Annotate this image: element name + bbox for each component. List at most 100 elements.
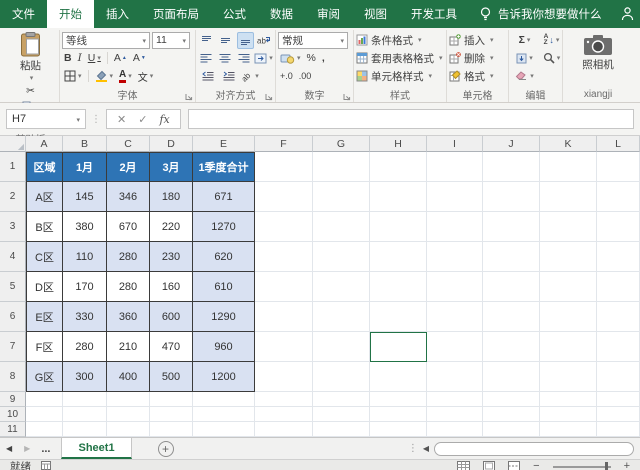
cell-A4[interactable]: C区 [26, 242, 63, 272]
cell-J7[interactable] [483, 332, 540, 362]
font-name-select[interactable]: 等线 [62, 32, 150, 49]
cell-A5[interactable]: D区 [26, 272, 63, 302]
cell-A10[interactable] [26, 407, 63, 422]
new-sheet-button[interactable]: + [158, 441, 174, 457]
tab-developer[interactable]: 开发工具 [399, 0, 469, 28]
cell-L5[interactable] [597, 272, 640, 302]
sort-filter-button[interactable]: AZ↓ [538, 32, 565, 48]
align-right-button[interactable] [235, 50, 252, 67]
merge-center-button[interactable] [254, 50, 273, 67]
cell-L6[interactable] [597, 302, 640, 332]
cell-F7[interactable] [255, 332, 313, 362]
align-middle-button[interactable] [217, 32, 234, 49]
increase-indent-button[interactable] [219, 68, 238, 85]
zoom-slider[interactable] [553, 466, 611, 468]
cell-L3[interactable] [597, 212, 640, 242]
alignment-dialog-launcher-icon[interactable] [265, 93, 273, 101]
cell-G10[interactable] [313, 407, 370, 422]
cell-C4[interactable]: 280 [107, 242, 150, 272]
delete-cells-button[interactable]: 删除 [449, 49, 506, 67]
cell-J10[interactable] [483, 407, 540, 422]
cell-I3[interactable] [427, 212, 483, 242]
cell-B6[interactable]: 330 [63, 302, 107, 332]
cell-K7[interactable] [540, 332, 597, 362]
cell-C5[interactable]: 280 [107, 272, 150, 302]
col-header-B[interactable]: B [63, 136, 107, 152]
cell-E9[interactable] [193, 392, 255, 407]
cell-H7[interactable] [370, 332, 427, 362]
borders-button[interactable] [62, 68, 84, 84]
col-header-J[interactable]: J [483, 136, 540, 152]
cell-E4[interactable]: 620 [193, 242, 255, 272]
cell-G8[interactable] [313, 362, 370, 392]
row-header-6[interactable]: 6 [0, 302, 26, 332]
cell-C6[interactable]: 360 [107, 302, 150, 332]
font-size-select[interactable]: 11 [152, 32, 190, 49]
decrease-indent-button[interactable] [198, 68, 217, 85]
cell-E8[interactable]: 1200 [193, 362, 255, 392]
cell-B7[interactable]: 280 [63, 332, 107, 362]
cell-L8[interactable] [597, 362, 640, 392]
cell-J6[interactable] [483, 302, 540, 332]
cell-D7[interactable]: 470 [150, 332, 193, 362]
cell-D9[interactable] [150, 392, 193, 407]
cell-I1[interactable] [427, 152, 483, 182]
cell-B10[interactable] [63, 407, 107, 422]
cell-H3[interactable] [370, 212, 427, 242]
cell-D2[interactable]: 180 [150, 182, 193, 212]
cell-B8[interactable]: 300 [63, 362, 107, 392]
cell-E5[interactable]: 610 [193, 272, 255, 302]
page-break-view-icon[interactable] [508, 461, 520, 470]
cell-C11[interactable] [107, 422, 150, 437]
cell-G9[interactable] [313, 392, 370, 407]
cell-J5[interactable] [483, 272, 540, 302]
cell-B3[interactable]: 380 [63, 212, 107, 242]
comma-style-button[interactable]: , [320, 50, 327, 66]
cell-B9[interactable] [63, 392, 107, 407]
cell-D4[interactable]: 230 [150, 242, 193, 272]
col-header-F[interactable]: F [255, 136, 313, 152]
name-box[interactable]: H7 [6, 109, 86, 129]
cell-I10[interactable] [427, 407, 483, 422]
normal-view-icon[interactable] [457, 461, 470, 470]
cell-L2[interactable] [597, 182, 640, 212]
cell-G1[interactable] [313, 152, 370, 182]
fill-button[interactable] [511, 50, 538, 66]
cell-G5[interactable] [313, 272, 370, 302]
cell-E7[interactable]: 960 [193, 332, 255, 362]
row-header-9[interactable]: 9 [0, 392, 26, 407]
cell-K9[interactable] [540, 392, 597, 407]
cell-E1[interactable]: 1季度合计 [193, 152, 255, 182]
cell-B11[interactable] [63, 422, 107, 437]
zoom-out-button[interactable]: − [533, 461, 539, 470]
col-header-G[interactable]: G [313, 136, 370, 152]
hscroll-left-arrow[interactable]: ◀ [418, 438, 434, 459]
cell-F1[interactable] [255, 152, 313, 182]
cell-A3[interactable]: B区 [26, 212, 63, 242]
underline-button[interactable]: U [86, 50, 103, 66]
cell-A7[interactable]: F区 [26, 332, 63, 362]
find-select-button[interactable] [538, 50, 565, 66]
cell-L10[interactable] [597, 407, 640, 422]
cell-E10[interactable] [193, 407, 255, 422]
cell-H5[interactable] [370, 272, 427, 302]
decrease-font-size-button[interactable]: A [131, 50, 148, 66]
cell-L11[interactable] [597, 422, 640, 437]
cell-C10[interactable] [107, 407, 150, 422]
cell-K4[interactable] [540, 242, 597, 272]
row-header-4[interactable]: 4 [0, 242, 26, 272]
align-center-button[interactable] [217, 50, 234, 67]
conditional-formatting-button[interactable]: 条件格式 [356, 31, 444, 49]
clear-button[interactable] [511, 68, 538, 84]
percent-style-button[interactable]: % [305, 50, 318, 66]
insert-cells-button[interactable]: 插入 [449, 31, 506, 49]
orientation-button[interactable]: ab [240, 68, 259, 85]
cell-J4[interactable] [483, 242, 540, 272]
align-top-button[interactable] [198, 32, 215, 49]
cell-H4[interactable] [370, 242, 427, 272]
cell-D1[interactable]: 3月 [150, 152, 193, 182]
cell-D11[interactable] [150, 422, 193, 437]
align-left-button[interactable] [198, 50, 215, 67]
cell-B5[interactable]: 170 [63, 272, 107, 302]
row-header-11[interactable]: 11 [0, 422, 26, 437]
